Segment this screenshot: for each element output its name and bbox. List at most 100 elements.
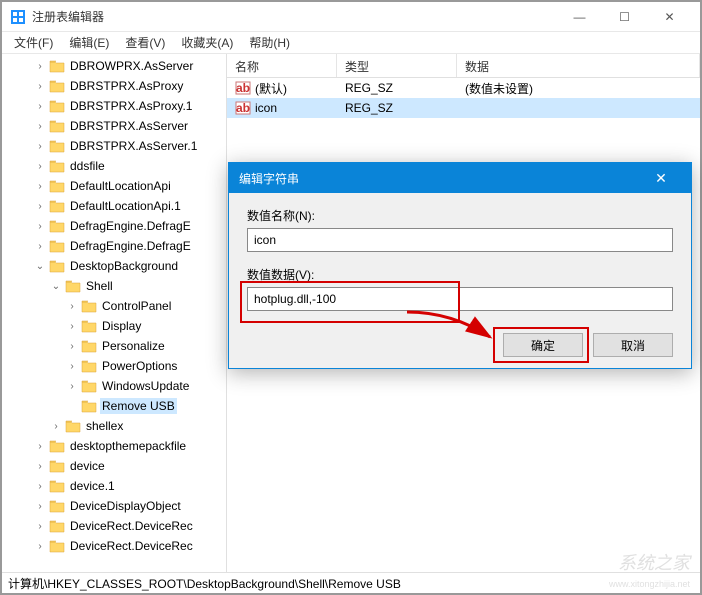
tree-label: DefragEngine.DefragE	[68, 218, 193, 234]
tree-item[interactable]: › DBRSTPRX.AsServer	[2, 116, 226, 136]
tree-label: device	[68, 458, 107, 474]
dialog-body: 数值名称(N): 数值数据(V): 确定 取消	[229, 193, 691, 371]
folder-icon	[49, 439, 65, 453]
value-name-label: 数值名称(N):	[247, 207, 673, 224]
dialog-close-button[interactable]: ✕	[641, 170, 681, 187]
tree-item[interactable]: ›DeviceRect.DeviceRec	[2, 516, 226, 536]
folder-icon	[49, 99, 65, 113]
tree-item[interactable]: › DeviceDisplayObject	[2, 496, 226, 516]
tree-item[interactable]: Remove USB	[2, 396, 226, 416]
tree-label: DeviceRect.DeviceRec	[68, 538, 195, 554]
tree-item[interactable]: ›DBRSTPRX.AsProxy	[2, 76, 226, 96]
cancel-button[interactable]: 取消	[593, 333, 673, 357]
tree-item[interactable]: › device	[2, 456, 226, 476]
row-type: REG_SZ	[345, 101, 393, 115]
tree-item[interactable]: ›ddsfile	[2, 156, 226, 176]
expander-icon[interactable]: ›	[34, 101, 46, 112]
list-row[interactable]: ab(默认)REG_SZ(数值未设置)	[227, 78, 700, 98]
folder-icon	[49, 119, 65, 133]
tree-label: DBRSTPRX.AsServer	[68, 118, 190, 134]
tree-item[interactable]: › desktopthemepackfile	[2, 436, 226, 456]
tree-item[interactable]: › ControlPanel	[2, 296, 226, 316]
row-type: REG_SZ	[345, 81, 393, 95]
expander-icon[interactable]: ›	[34, 501, 46, 512]
expander-icon[interactable]: ›	[34, 461, 46, 472]
tree-item[interactable]: ›DefaultLocationApi.1	[2, 196, 226, 216]
tree-label: device.1	[68, 478, 117, 494]
list-header: 名称 类型 数据	[227, 54, 700, 78]
window-titlebar: 注册表编辑器 — ☐ ✕	[2, 2, 700, 32]
expander-icon[interactable]: ›	[34, 541, 46, 552]
menu-favorites[interactable]: 收藏夹(A)	[173, 34, 241, 51]
expander-icon[interactable]: ›	[34, 61, 46, 72]
tree-item[interactable]: ›Display	[2, 316, 226, 336]
expander-icon[interactable]: ›	[34, 201, 46, 212]
folder-icon	[81, 319, 97, 333]
tree-item[interactable]: ⌄Shell	[2, 276, 226, 296]
folder-icon	[49, 479, 65, 493]
folder-icon	[49, 59, 65, 73]
expander-icon[interactable]: ›	[34, 181, 46, 192]
folder-icon	[49, 199, 65, 213]
tree-item[interactable]: ⌄ DesktopBackground	[2, 256, 226, 276]
menu-edit[interactable]: 编辑(E)	[61, 34, 117, 51]
tree-label: desktopthemepackfile	[68, 438, 188, 454]
tree-item[interactable]: › DefragEngine.DefragE	[2, 216, 226, 236]
expander-icon[interactable]: ›	[34, 121, 46, 132]
tree-item[interactable]: › device.1	[2, 476, 226, 496]
expander-icon[interactable]: ›	[34, 221, 46, 232]
folder-icon	[49, 139, 65, 153]
expander-icon[interactable]: ›	[34, 141, 46, 152]
regedit-icon	[10, 9, 26, 25]
folder-icon	[49, 499, 65, 513]
minimize-button[interactable]: —	[557, 3, 602, 31]
expander-icon[interactable]: ›	[50, 421, 62, 432]
expander-icon[interactable]: ›	[34, 441, 46, 452]
expander-icon[interactable]: ›	[34, 521, 46, 532]
value-data-label: 数值数据(V):	[247, 266, 673, 283]
tree-item[interactable]: ›shellex	[2, 416, 226, 436]
tree-item[interactable]: › DefaultLocationApi	[2, 176, 226, 196]
registry-tree[interactable]: ›DBROWPRX.AsServer›DBRSTPRX.AsProxy›DBRS…	[2, 54, 227, 572]
col-data[interactable]: 数据	[457, 54, 700, 77]
row-name: icon	[255, 101, 277, 115]
tree-item[interactable]: ›DefragEngine.DefragE	[2, 236, 226, 256]
ok-button[interactable]: 确定	[503, 333, 583, 357]
folder-icon	[49, 79, 65, 93]
tree-item[interactable]: › DeviceRect.DeviceRec	[2, 536, 226, 556]
folder-icon	[65, 419, 81, 433]
expander-icon[interactable]: ›	[66, 301, 78, 312]
tree-item[interactable]: ›DBRSTPRX.AsProxy.1	[2, 96, 226, 116]
tree-label: DBRSTPRX.AsServer.1	[68, 138, 199, 154]
tree-item[interactable]: ›WindowsUpdate	[2, 376, 226, 396]
expander-icon[interactable]: ›	[34, 241, 46, 252]
folder-icon	[49, 179, 65, 193]
expander-icon[interactable]: ⌄	[50, 281, 62, 292]
expander-icon[interactable]: ⌄	[34, 261, 46, 272]
tree-item[interactable]: ›Personalize	[2, 336, 226, 356]
col-name[interactable]: 名称	[227, 54, 337, 77]
tree-label: ControlPanel	[100, 298, 173, 314]
value-data-field[interactable]	[247, 287, 673, 311]
tree-label: DefaultLocationApi	[68, 178, 173, 194]
expander-icon[interactable]: ›	[66, 321, 78, 332]
tree-label: DesktopBackground	[68, 258, 180, 274]
expander-icon[interactable]: ›	[66, 361, 78, 372]
expander-icon[interactable]: ›	[34, 81, 46, 92]
statusbar: 计算机\HKEY_CLASSES_ROOT\DesktopBackground\…	[2, 572, 700, 593]
expander-icon[interactable]: ›	[66, 381, 78, 392]
expander-icon[interactable]: ›	[66, 341, 78, 352]
tree-item[interactable]: ›DBROWPRX.AsServer	[2, 56, 226, 76]
menu-file[interactable]: 文件(F)	[6, 34, 61, 51]
menu-help[interactable]: 帮助(H)	[241, 34, 298, 51]
expander-icon[interactable]: ›	[34, 161, 46, 172]
maximize-button[interactable]: ☐	[602, 3, 647, 31]
close-button[interactable]: ✕	[647, 3, 692, 31]
expander-icon[interactable]: ›	[34, 481, 46, 492]
col-type[interactable]: 类型	[337, 54, 457, 77]
menu-view[interactable]: 查看(V)	[117, 34, 173, 51]
tree-item[interactable]: › DBRSTPRX.AsServer.1	[2, 136, 226, 156]
tree-item[interactable]: ›PowerOptions	[2, 356, 226, 376]
tree-label: DeviceDisplayObject	[68, 498, 183, 514]
list-row[interactable]: abiconREG_SZ	[227, 98, 700, 118]
